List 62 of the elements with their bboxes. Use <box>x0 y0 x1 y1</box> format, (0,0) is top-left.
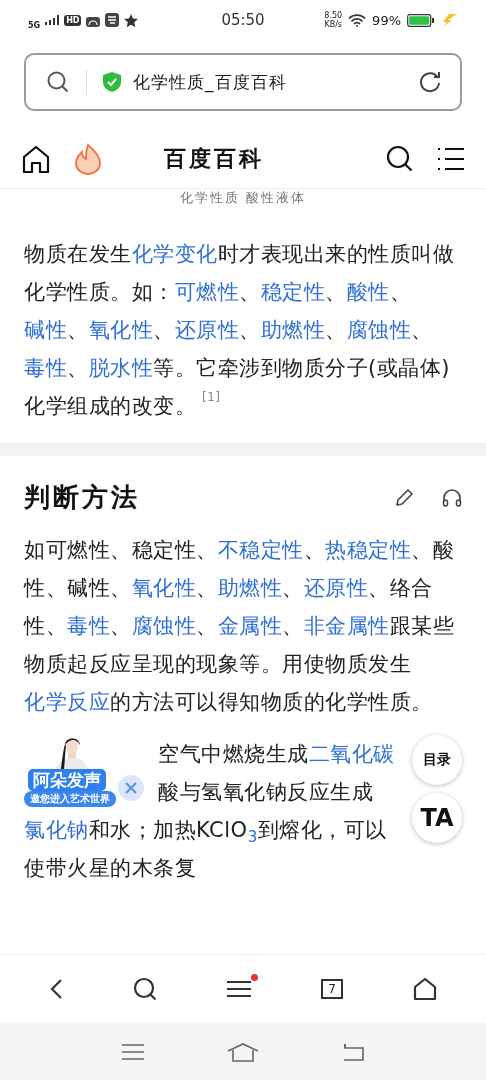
paragraph: 目录 TA 阿朵发声 邀您进入艺术世界 空气中燃烧生成二氧化碳 酸与氢氧化钠反应生成 氯化钠和水；加热KClO$_{3}$到熔化，可以使带火星的木条复 <box>0 735 486 887</box>
link[interactable]: [1] <box>202 390 221 404</box>
network-label: 5G <box>28 20 41 30</box>
paragraph: 如可燃性、稳定性、不稳定性、热稳定性、酸性、碱性、氧化性、助燃性、还原性、络合性、毒性、腐蚀性、金属性、非金属性跟某些物质起反应呈现的现象等。用使物质发生 化学反应的方法可以得知物质的化学性质。 <box>22 537 455 716</box>
search-icon[interactable] <box>386 144 414 173</box>
menu-icon[interactable] <box>438 146 464 171</box>
page-title: 化学性质_百度百科 <box>133 70 288 94</box>
ad-subtitle[interactable]: 邀您进入艺术世界 <box>24 791 116 807</box>
link[interactable]: 非金属性 <box>303 614 390 638</box>
net-speed: 8.50 <box>324 11 343 20</box>
link[interactable]: 不稳定性 <box>217 538 304 562</box>
ad-title[interactable]: 阿朵发声 <box>28 769 106 791</box>
close-button[interactable] <box>118 775 144 801</box>
link[interactable]: 热稳定性 <box>325 538 411 562</box>
link[interactable]: 助燃性 <box>217 576 282 600</box>
image-caption: 化学性质 酸性液体 <box>178 189 308 207</box>
section-title: 判断方法 <box>24 481 141 514</box>
link[interactable]: 碱性 <box>24 318 67 342</box>
link[interactable]: 还原性 <box>303 576 368 600</box>
link[interactable]: 二氧化碳 <box>308 742 395 766</box>
link[interactable]: 氯化钠 <box>24 818 89 842</box>
link[interactable]: 稳定性 <box>260 280 325 304</box>
link[interactable]: 腐蚀性 <box>346 318 411 342</box>
link[interactable]: 化学反应 <box>24 690 110 714</box>
address-bar[interactable]: 化学性质_百度百科 <box>24 53 462 111</box>
link[interactable]: 金属性 <box>217 614 282 638</box>
search-icon[interactable] <box>133 977 157 1001</box>
home-icon[interactable] <box>22 144 50 173</box>
headphones-icon[interactable] <box>442 487 462 508</box>
ta-button[interactable]: TA <box>412 793 462 843</box>
link[interactable]: 氧化性 <box>131 576 196 600</box>
link[interactable]: 化学变化 <box>131 242 218 266</box>
battery-icon <box>407 13 434 27</box>
link[interactable]: 毒性 <box>67 614 110 638</box>
close-icon <box>125 782 137 794</box>
link[interactable]: 可燃性 <box>174 280 239 304</box>
wifi-icon <box>348 13 367 27</box>
search-icon <box>46 70 70 94</box>
flame-icon[interactable] <box>74 142 102 175</box>
contents-button[interactable]: 目录 <box>412 735 462 785</box>
link[interactable]: 还原性 <box>174 318 239 342</box>
link[interactable]: 腐蚀性 <box>131 614 196 638</box>
tabs-button[interactable]: 7 <box>321 979 343 999</box>
site-title: 百度百科 <box>163 144 265 173</box>
back-icon[interactable] <box>49 978 63 1000</box>
link[interactable]: 助燃性 <box>260 318 325 342</box>
signal-icon <box>45 15 60 25</box>
battery-percent: 99% <box>372 12 401 28</box>
menu-icon[interactable] <box>227 980 251 998</box>
home-icon[interactable] <box>413 977 437 1001</box>
link[interactable]: 脱水性 <box>88 356 153 380</box>
paragraph: 物质在发生化学变化时才表现出来的性质叫做化学性质。如：可燃性、稳定性、酸性、 碱性、氧化性、还原性、助燃性、腐蚀性、 毒性、脱水性等。它牵涉到物质分子(或晶体)化学组成的改变。 $^{[1]}$ <box>23 241 455 420</box>
app-icon <box>105 13 120 27</box>
star-icon <box>124 13 139 27</box>
link[interactable]: 酸性 <box>346 280 390 304</box>
link[interactable]: 氧化性 <box>88 318 153 342</box>
link[interactable]: 毒性 <box>24 356 67 380</box>
clock: 05:50 <box>221 11 265 29</box>
speed-unit: KB/s <box>324 20 342 29</box>
hd-badge: HD <box>64 14 82 26</box>
pencil-icon[interactable] <box>394 487 414 508</box>
refresh-icon[interactable] <box>418 70 442 94</box>
